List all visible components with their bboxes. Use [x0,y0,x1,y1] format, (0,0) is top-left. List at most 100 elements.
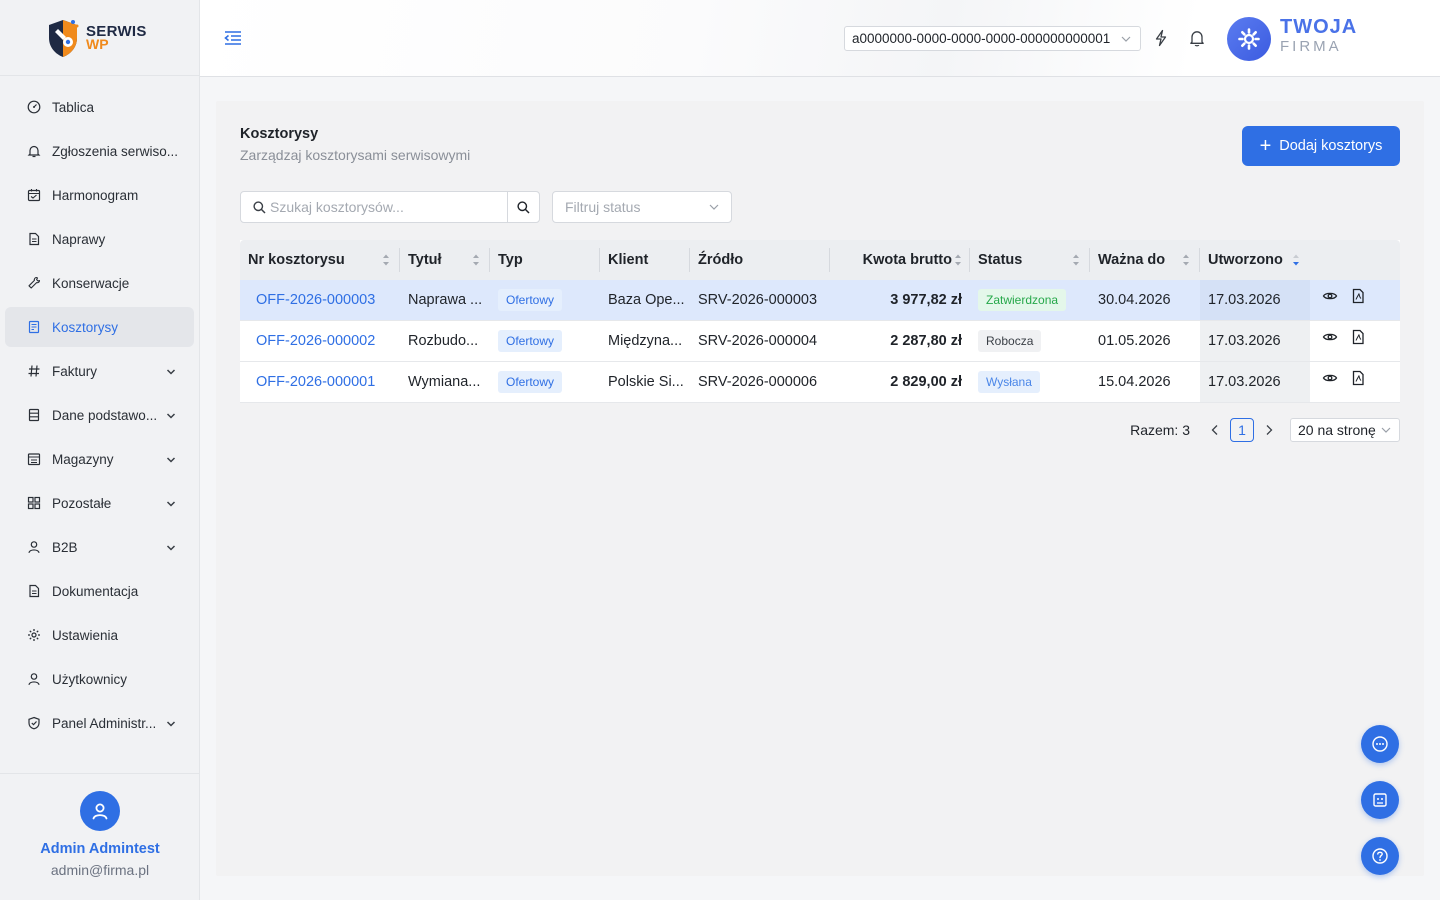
pagination-page-current[interactable]: 1 [1230,418,1254,442]
pdf-document-icon [1352,370,1364,386]
column-header-label: Ważna do [1098,252,1166,268]
add-estimate-button[interactable]: + Dodaj kosztorys [1242,126,1400,166]
sidebar-item-label: Naprawy [52,231,106,247]
client-name: Polskie Si... [608,374,684,390]
sidebar-item-5[interactable]: Kosztorysy [5,307,194,347]
chevron-down-icon [1381,427,1391,433]
view-button[interactable] [1322,321,1338,361]
tenant-select[interactable]: a0000000-0000-0000-0000-000000000001 [844,26,1141,51]
page-title: Kosztorysy [240,126,319,142]
sidebar-nav: Tablica Zgłoszenia serwiso... Harmonogram N… [0,76,199,743]
sidebar-item-label: Faktury [52,363,98,379]
company-logo-icon[interactable] [1227,17,1271,61]
column-header-label: Klient [608,252,649,268]
status-filter-select[interactable]: Filtruj status [552,191,732,223]
page-size-select[interactable]: 20 na stronę [1290,418,1400,442]
sidebar-item-0[interactable]: Tablica [5,87,194,127]
chevron-right-icon[interactable] [1264,424,1274,436]
hash-icon [27,364,41,378]
pdf-button[interactable] [1350,362,1366,402]
sidebar-item-9[interactable]: Pozostałe [5,483,194,523]
type-badge: Ofertowy [498,289,563,312]
column-header-6[interactable]: Status [970,240,1090,280]
column-header-0[interactable]: Nr kosztorysu [240,240,400,280]
sidebar-item-12[interactable]: Ustawienia [5,615,194,655]
column-header-7[interactable]: Ważna do [1090,240,1200,280]
sidebar-item-2[interactable]: Harmonogram [5,175,194,215]
page-size-value: 20 na stronę [1298,422,1376,438]
user-icon [27,540,41,554]
estimate-number-link[interactable]: OFF-2026-000003 [240,280,400,320]
chat-button[interactable] [1361,725,1399,763]
search-icon [253,201,266,214]
tenant-select-value: a0000000-0000-0000-0000-000000000001 [852,31,1111,46]
pdf-button[interactable] [1350,280,1366,320]
sidebar-item-13[interactable]: Użytkownicy [5,659,194,699]
company-name-line2: FIRMA [1280,38,1342,55]
table-header: Nr kosztorysu Tytuł Typ Klient Źródło Kwota b… [240,240,1400,280]
source-number: SRV-2026-000006 [698,374,818,390]
column-header-label: Utworzono [1208,252,1283,268]
pdf-document-icon [1352,288,1364,304]
chat-icon [1372,736,1388,752]
estimate-icon [27,320,41,334]
chevron-left-icon[interactable] [1210,424,1220,436]
estimate-number-link[interactable]: OFF-2026-000001 [240,362,400,402]
document-icon [27,584,41,598]
created-date: 17.03.2026 [1200,362,1310,402]
source-number: SRV-2026-000003 [698,292,818,308]
chevron-down-icon [166,365,176,375]
created-date: 17.03.2026 [1200,280,1310,320]
gear-icon [27,628,41,642]
notification-bell-icon[interactable] [1189,29,1205,47]
table-row[interactable]: OFF-2026-000001 Wymiana... Ofertowy Polskie… [240,362,1400,403]
sidebar-item-6[interactable]: Faktury [5,351,194,391]
pagination: Razem: 3 1 20 na stronę [1130,418,1400,442]
column-header-8[interactable]: Utworzono [1200,240,1310,280]
chevron-down-icon [1121,36,1131,42]
flash-icon[interactable] [1153,29,1169,47]
avatar[interactable] [80,791,120,831]
user-profile[interactable]: Admin Admintest admin@firma.pl [0,773,200,900]
status-badge: Wysłana [978,371,1040,394]
column-header-1[interactable]: Tytuł [400,240,490,280]
sidebar-item-label: Tablica [52,99,95,115]
sort-icon [473,254,479,266]
user-name: Admin Admintest [40,841,160,857]
created-date: 17.03.2026 [1200,321,1310,361]
pdf-button[interactable] [1350,321,1366,361]
page-subtitle: Zarządzaj kosztorysami serwisowymi [240,147,471,163]
company-name: TWOJA FIRMA [1280,17,1357,57]
valid-until: 30.04.2026 [1098,292,1171,308]
database-icon [27,408,41,422]
view-button[interactable] [1322,280,1338,320]
dashboard-icon [27,100,41,114]
column-header-5[interactable]: Kwota brutto [830,240,970,280]
view-eye-icon [1322,374,1338,382]
column-header-label: Kwota brutto [862,252,952,268]
table-row[interactable]: OFF-2026-000002 Rozbudo... Ofertowy Międzyn… [240,321,1400,362]
sidebar-item-14[interactable]: Panel Administr... [5,703,194,743]
sidebar-item-4[interactable]: Konserwacje [5,263,194,303]
assistant-button[interactable] [1361,781,1399,819]
brand-logo-icon [44,16,82,60]
column-header-label: Tytuł [408,252,442,268]
brand-logo[interactable]: SERWIS WP [0,0,199,76]
help-button[interactable] [1361,837,1399,875]
table-row[interactable]: OFF-2026-000003 Naprawa ... Ofertowy Baza O… [240,280,1400,321]
sidebar-item-3[interactable]: Naprawy [5,219,194,259]
column-header-2: Typ [490,240,600,280]
main-content: Kosztorysy Zarządzaj kosztorysami serwis… [216,101,1424,876]
sidebar-item-8[interactable]: Magazyny [5,439,194,479]
sidebar-item-7[interactable]: Dane podstawo... [5,395,194,435]
collapse-menu-icon[interactable] [224,30,242,46]
search-button[interactable] [507,192,539,222]
view-button[interactable] [1322,362,1338,402]
sidebar-item-label: Harmonogram [52,187,139,203]
estimate-number-link[interactable]: OFF-2026-000002 [240,321,400,361]
search-input[interactable] [270,196,505,218]
sidebar-item-1[interactable]: Zgłoszenia serwiso... [5,131,194,171]
sidebar-item-11[interactable]: Dokumentacja [5,571,194,611]
sidebar-item-10[interactable]: B2B [5,527,194,567]
gross-amount: 2 287,80 zł [890,333,962,349]
